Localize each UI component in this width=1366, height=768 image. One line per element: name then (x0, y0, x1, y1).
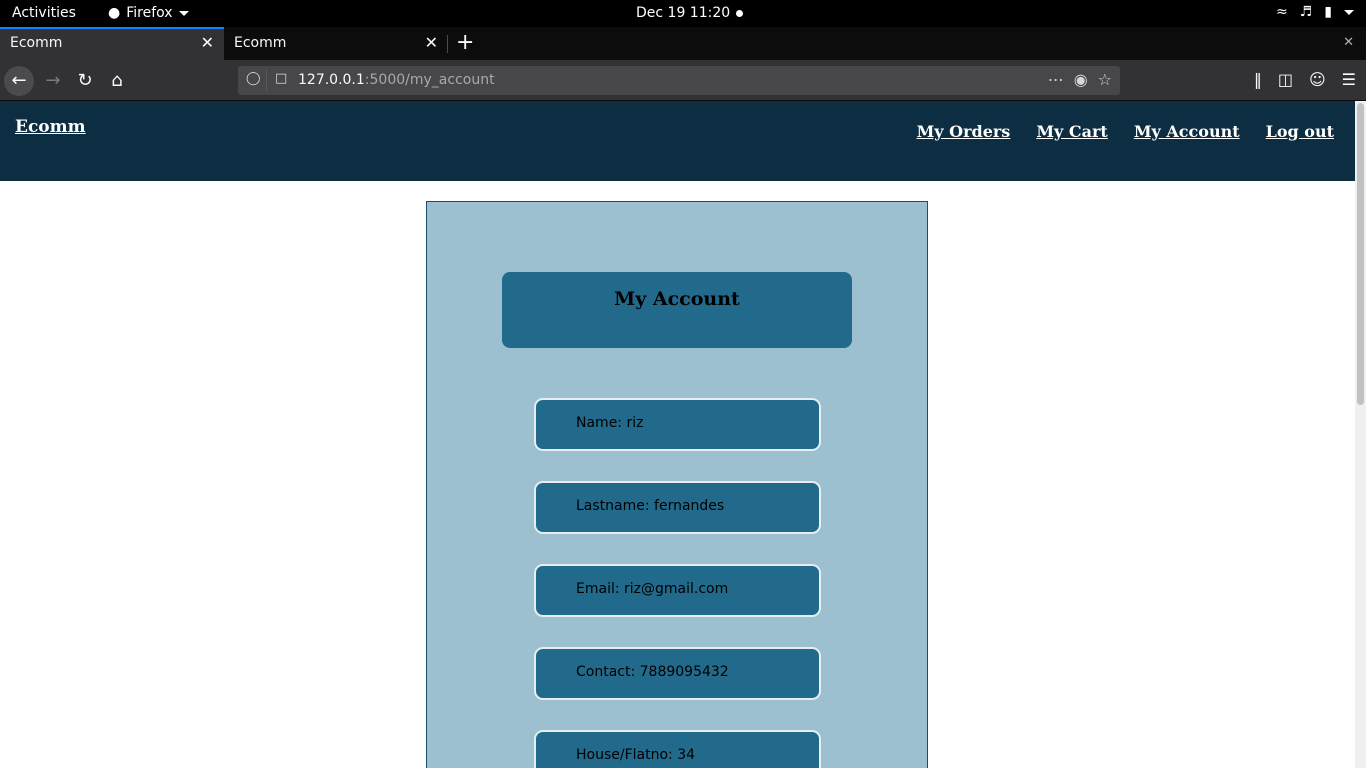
library-icon[interactable]: ‖ (1254, 70, 1262, 89)
nav-log-out[interactable]: Log out (1266, 122, 1334, 141)
tab-title: Ecomm (234, 35, 287, 51)
site-nav: My Orders My Cart My Account Log out (917, 122, 1334, 141)
reload-icon[interactable]: ↻ (70, 66, 100, 96)
back-arrow-icon[interactable]: ← (4, 66, 34, 96)
nav-my-orders[interactable]: My Orders (917, 122, 1011, 141)
forward-arrow-icon[interactable]: → (38, 66, 68, 96)
tab-bar: Ecomm ✕ Ecomm ✕ + ✕ (0, 27, 1366, 60)
close-icon[interactable]: ✕ (425, 33, 438, 52)
wifi-icon: ≈ (1275, 4, 1288, 20)
page-title: My Account (502, 272, 852, 348)
account-icon[interactable]: ☺ (1309, 70, 1326, 89)
url-actions: ⋯ ◉ ☆ (1048, 70, 1112, 89)
browser-tab-2[interactable]: Ecomm ✕ (224, 27, 448, 60)
os-top-bar: Activities ● Firefox Dec 19 11:20 ≈ ♬ ▮ (0, 0, 1366, 27)
divider (266, 70, 267, 91)
account-field-name: Name: riz (534, 398, 821, 451)
hamburger-menu-icon[interactable]: ☰ (1342, 70, 1356, 89)
navigation-toolbar: ← → ↻ ⌂ ◯ □ 127.0.0.1:5000/my_account ⋯ … (0, 60, 1366, 101)
pocket-icon[interactable]: ◉ (1074, 70, 1088, 89)
url-text[interactable]: 127.0.0.1:5000/my_account (298, 72, 495, 88)
nav-my-cart[interactable]: My Cart (1036, 122, 1108, 141)
chevron-down-icon (178, 10, 189, 16)
brand-link[interactable]: Ecomm (15, 117, 86, 137)
tab-title: Ecomm (10, 35, 63, 51)
page-info-icon[interactable]: □ (275, 71, 287, 86)
account-field-house: House/Flatno: 34 (534, 730, 821, 768)
page-viewport: Ecomm My Orders My Cart My Account Log o… (0, 101, 1355, 768)
home-icon[interactable]: ⌂ (102, 66, 132, 96)
clock[interactable]: Dec 19 11:20 (636, 5, 744, 21)
nav-my-account[interactable]: My Account (1134, 122, 1240, 141)
clock-label: Dec 19 11:20 (636, 5, 731, 21)
activities-button[interactable]: Activities (12, 5, 76, 21)
volume-icon: ♬ (1299, 4, 1313, 20)
sidebar-icon[interactable]: ◫ (1278, 70, 1293, 89)
firefox-icon: ● (108, 5, 121, 21)
new-tab-plus-icon[interactable]: + (456, 30, 474, 55)
system-tray[interactable]: ≈ ♬ ▮ (1276, 4, 1354, 20)
chevron-down-icon (1344, 9, 1354, 15)
page-scrollbar[interactable] (1355, 101, 1366, 768)
account-panel: My Account Name: riz Lastname: fernandes… (426, 201, 928, 768)
bookmark-star-icon[interactable]: ☆ (1098, 70, 1112, 89)
url-bar[interactable]: ◯ □ 127.0.0.1:5000/my_account ⋯ ◉ ☆ (238, 66, 1120, 95)
scrollbar-thumb[interactable] (1357, 103, 1364, 405)
url-host: 127.0.0.1 (298, 72, 365, 88)
shield-icon[interactable]: ◯ (246, 71, 261, 86)
url-path: :5000/my_account (364, 72, 495, 88)
app-menu[interactable]: ● Firefox (108, 5, 189, 21)
toolbar-right: ‖ ◫ ☺ ☰ (1254, 70, 1356, 89)
app-menu-label: Firefox (126, 5, 173, 21)
browser-tab-1[interactable]: Ecomm ✕ (0, 27, 224, 60)
close-window-icon[interactable]: ✕ (1343, 35, 1354, 50)
close-icon[interactable]: ✕ (201, 33, 214, 52)
notification-dot-icon (736, 9, 744, 17)
account-field-email: Email: riz@gmail.com (534, 564, 821, 617)
more-actions-icon[interactable]: ⋯ (1048, 70, 1064, 89)
site-header: Ecomm My Orders My Cart My Account Log o… (0, 101, 1355, 181)
account-field-contact: Contact: 7889095432 (534, 647, 821, 700)
battery-icon: ▮ (1324, 4, 1332, 20)
account-field-lastname: Lastname: fernandes (534, 481, 821, 534)
